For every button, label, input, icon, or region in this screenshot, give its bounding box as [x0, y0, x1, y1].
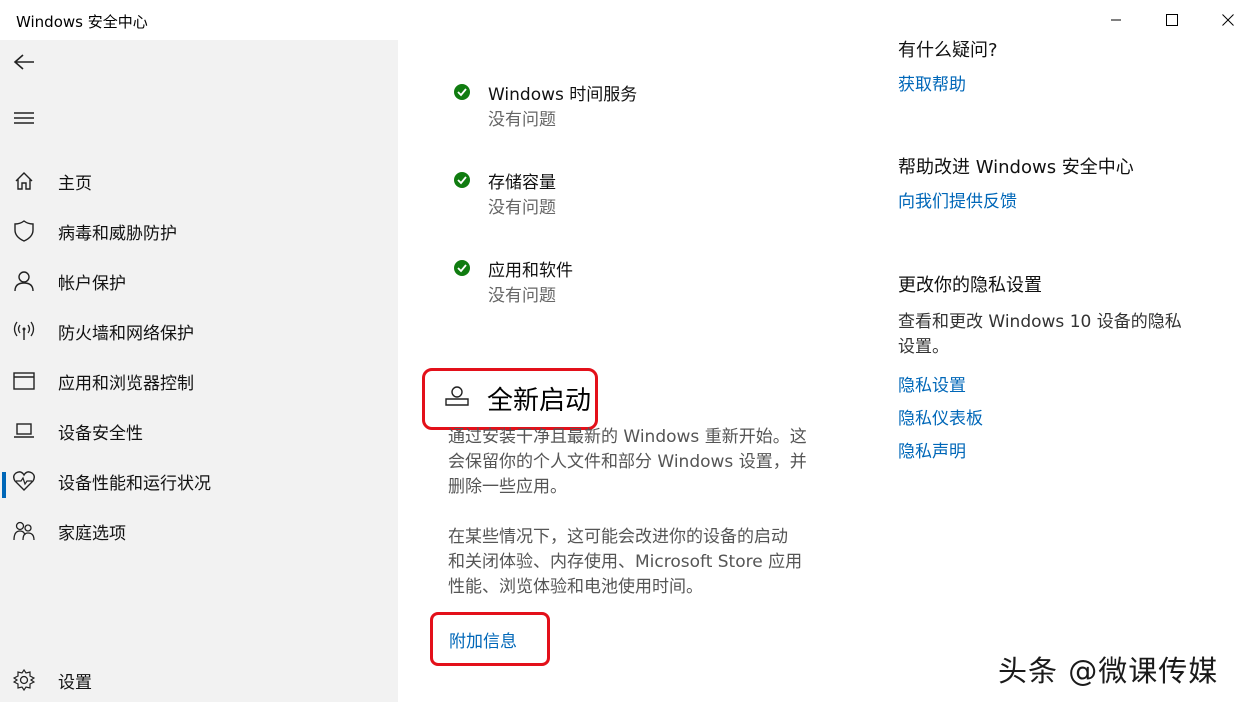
main-content: Windows 时间服务 没有问题 存储容量 没有问题 应用和软件 没有问题 全…: [398, 40, 868, 702]
status-item: 存储容量 没有问题: [446, 170, 846, 224]
fresh-start-heading-highlight: 全新启动: [422, 368, 598, 430]
fresh-start-icon: [445, 385, 469, 411]
family-icon: [13, 520, 35, 542]
sidebar-item-label: 应用和浏览器控制: [58, 374, 194, 394]
watermark: 头条 @微课传媒: [998, 654, 1219, 688]
privacy-description: 查看和更改 Windows 10 设备的隐私 设置。: [898, 310, 1228, 360]
privacy-text-line: 设置。: [898, 337, 949, 357]
maximize-button[interactable]: [1144, 0, 1200, 40]
status-text: 没有问题: [488, 110, 556, 130]
minimize-button[interactable]: [1088, 0, 1144, 40]
sidebar-item-family[interactable]: 家庭选项: [0, 508, 398, 558]
sidebar-item-label: 防火墙和网络保护: [58, 324, 194, 344]
fresh-start-title: 全新启动: [487, 386, 592, 416]
status-item: 应用和软件 没有问题: [446, 258, 846, 312]
sidebar: 主页 病毒和威胁防护 帐户保护 防火墙和网络保护 应用和浏览器控制 设备安全性: [0, 40, 398, 702]
get-help-link[interactable]: 获取帮助: [898, 70, 966, 95]
status-text: 没有问题: [488, 198, 556, 218]
privacy-heading: 更改你的隐私设置: [898, 275, 1042, 296]
sidebar-item-label: 帐户保护: [58, 274, 126, 294]
menu-button[interactable]: [0, 96, 48, 144]
gear-icon: [13, 669, 35, 691]
additional-info-link[interactable]: 附加信息: [449, 627, 517, 652]
sidebar-item-label: 设备性能和运行状况: [58, 474, 211, 494]
description-line: 会保留你的个人文件和部分 Windows 设置，并: [448, 452, 807, 472]
sidebar-item-label: 设置: [58, 673, 92, 693]
privacy-settings-link[interactable]: 隐私设置: [898, 371, 966, 396]
hamburger-icon: [13, 110, 35, 130]
details-line: 性能、浏览体验和电池使用时间。: [448, 577, 703, 597]
fresh-start-details: 在某些情况下，这可能会改进你的设备的启动 和关闭体验、内存使用、Microsof…: [448, 525, 848, 600]
description-line: 通过安装干净且最新的 Windows 重新开始。这: [448, 427, 807, 447]
fresh-start-description: 通过安装干净且最新的 Windows 重新开始。这 会保留你的个人文件和部分 W…: [448, 425, 848, 500]
minimize-icon: [1110, 11, 1122, 30]
status-item: Windows 时间服务 没有问题: [446, 82, 846, 136]
close-button[interactable]: [1200, 0, 1246, 40]
heart-pulse-icon: [13, 470, 35, 492]
sidebar-item-device-security[interactable]: 设备安全性: [0, 408, 398, 458]
check-circle-icon: [454, 84, 470, 100]
maximize-icon: [1166, 11, 1178, 30]
shield-icon: [13, 220, 35, 242]
active-indicator: [2, 472, 6, 498]
status-text: 没有问题: [488, 286, 556, 306]
browser-window-icon: [13, 370, 35, 392]
sidebar-item-firewall[interactable]: 防火墙和网络保护: [0, 308, 398, 358]
close-icon: [1222, 11, 1234, 30]
feedback-link[interactable]: 向我们提供反馈: [898, 187, 1017, 212]
question-heading: 有什么疑问?: [898, 40, 998, 61]
sidebar-item-label: 病毒和威胁防护: [58, 224, 177, 244]
sidebar-item-account-protection[interactable]: 帐户保护: [0, 258, 398, 308]
details-line: 在某些情况下，这可能会改进你的设备的启动: [448, 527, 788, 547]
privacy-statement-link[interactable]: 隐私声明: [898, 437, 966, 462]
sidebar-item-virus-protection[interactable]: 病毒和威胁防护: [0, 208, 398, 258]
laptop-icon: [13, 420, 35, 442]
status-title: 应用和软件: [488, 261, 573, 281]
home-icon: [13, 170, 35, 192]
sidebar-item-label: 主页: [58, 174, 92, 194]
sidebar-item-label: 家庭选项: [58, 524, 126, 544]
additional-info-highlight: 附加信息: [430, 612, 550, 666]
sidebar-item-label: 设备安全性: [58, 424, 143, 444]
check-circle-icon: [454, 172, 470, 188]
person-icon: [13, 270, 35, 292]
status-title: 存储容量: [488, 173, 556, 193]
privacy-text-line: 查看和更改 Windows 10 设备的隐私: [898, 312, 1182, 332]
check-circle-icon: [454, 260, 470, 276]
details-line: 和关闭体验、内存使用、Microsoft Store 应用: [448, 552, 803, 572]
sidebar-item-device-performance[interactable]: 设备性能和运行状况: [0, 458, 398, 508]
description-line: 删除一些应用。: [448, 477, 567, 497]
back-button[interactable]: [0, 40, 48, 88]
sidebar-item-settings[interactable]: 设置: [0, 657, 398, 707]
wifi-antenna-icon: [13, 320, 35, 342]
window-title: Windows 安全中心: [16, 13, 148, 31]
status-title: Windows 时间服务: [488, 85, 638, 105]
privacy-dashboard-link[interactable]: 隐私仪表板: [898, 404, 983, 429]
back-arrow-icon: [13, 53, 35, 75]
title-bar: Windows 安全中心: [0, 0, 1246, 40]
sidebar-item-home[interactable]: 主页: [0, 158, 398, 208]
help-panel: 有什么疑问? 获取帮助 帮助改进 Windows 安全中心 向我们提供反馈 更改…: [898, 40, 1238, 702]
sidebar-item-app-browser[interactable]: 应用和浏览器控制: [0, 358, 398, 408]
improve-heading: 帮助改进 Windows 安全中心: [898, 157, 1134, 178]
